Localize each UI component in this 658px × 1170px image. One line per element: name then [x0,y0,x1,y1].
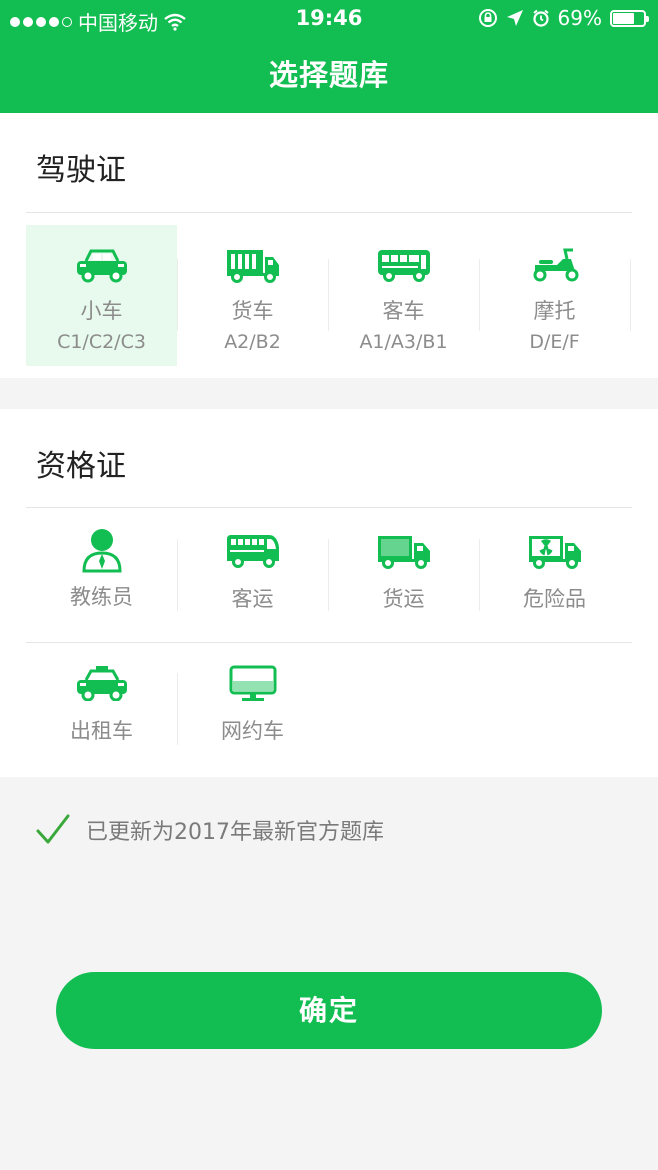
qualification-option-label: 教练员 [70,585,133,609]
page-title: 选择题库 [268,58,389,92]
taxi-icon [76,666,127,701]
qualification-section: 资格证 教练员 客运 货运 危险品 出租车 网约车 [0,409,658,777]
cargo-truck-icon [377,536,430,569]
car-icon [76,249,127,283]
license-option-label: 货车 [231,299,274,323]
update-notice: 已更新为2017年最新官方题库 [36,814,384,846]
coach-bus-icon [226,535,279,568]
divider [26,507,632,508]
qualification-option-label: 出租车 [70,719,133,743]
license-option-classes: D/E/F [529,331,580,353]
checkmark-icon [36,814,70,844]
license-option-classes: C1/C2/C3 [57,331,146,353]
qualification-option-passenger[interactable]: 客运 [177,527,328,627]
license-option-label: 摩托 [533,299,576,323]
divider [26,642,632,643]
qualification-option-ridehail[interactable]: 网约车 [177,665,328,761]
section-title-license: 驾驶证 [36,153,126,188]
separator [630,259,631,331]
qualification-option-label: 危险品 [523,587,586,611]
license-option-label: 客车 [382,299,425,323]
qualification-option-instructor[interactable]: 教练员 [26,527,177,627]
scooter-icon [533,248,578,282]
update-notice-text: 已更新为2017年最新官方题库 [86,820,384,845]
qualification-option-label: 货运 [382,587,425,611]
rotation-lock-icon [478,9,497,27]
alarm-icon [532,9,549,27]
instructor-icon [81,529,122,573]
location-arrow-icon [506,10,523,26]
truck-icon [226,250,279,283]
qualification-option-taxi[interactable]: 出租车 [26,665,177,761]
license-option-label: 小车 [80,299,123,323]
hazmat-truck-icon [528,536,581,569]
monitor-icon [229,665,276,701]
bus-icon [377,250,430,282]
license-option-truck[interactable]: 货车 A2/B2 [177,225,328,366]
confirm-button[interactable]: 确定 [56,972,602,1049]
license-option-classes: A2/B2 [224,331,281,353]
qualification-option-label: 客运 [231,587,274,611]
qualification-option-label: 网约车 [221,719,284,743]
license-option-bus[interactable]: 客车 A1/A3/B1 [328,225,479,366]
battery-percent: 69% [557,6,602,30]
qualification-option-freight[interactable]: 货运 [328,527,479,627]
battery-icon [610,9,649,27]
divider [26,212,632,213]
qualification-option-hazmat[interactable]: 危险品 [479,527,630,627]
license-option-motorcycle[interactable]: 摩托 D/E/F [479,225,630,366]
license-option-car[interactable]: 小车 C1/C2/C3 [26,225,177,366]
section-title-qualification: 资格证 [36,449,126,484]
license-section: 驾驶证 小车 C1/C2/C3 货车 A2/B2 客车 A1/A3/B1 摩托 … [0,113,658,378]
license-option-classes: A1/A3/B1 [359,331,448,353]
status-bar: 中国移动 19:46 69% [0,0,658,38]
header-bar: 中国移动 19:46 69% 选择题库 [0,0,658,113]
